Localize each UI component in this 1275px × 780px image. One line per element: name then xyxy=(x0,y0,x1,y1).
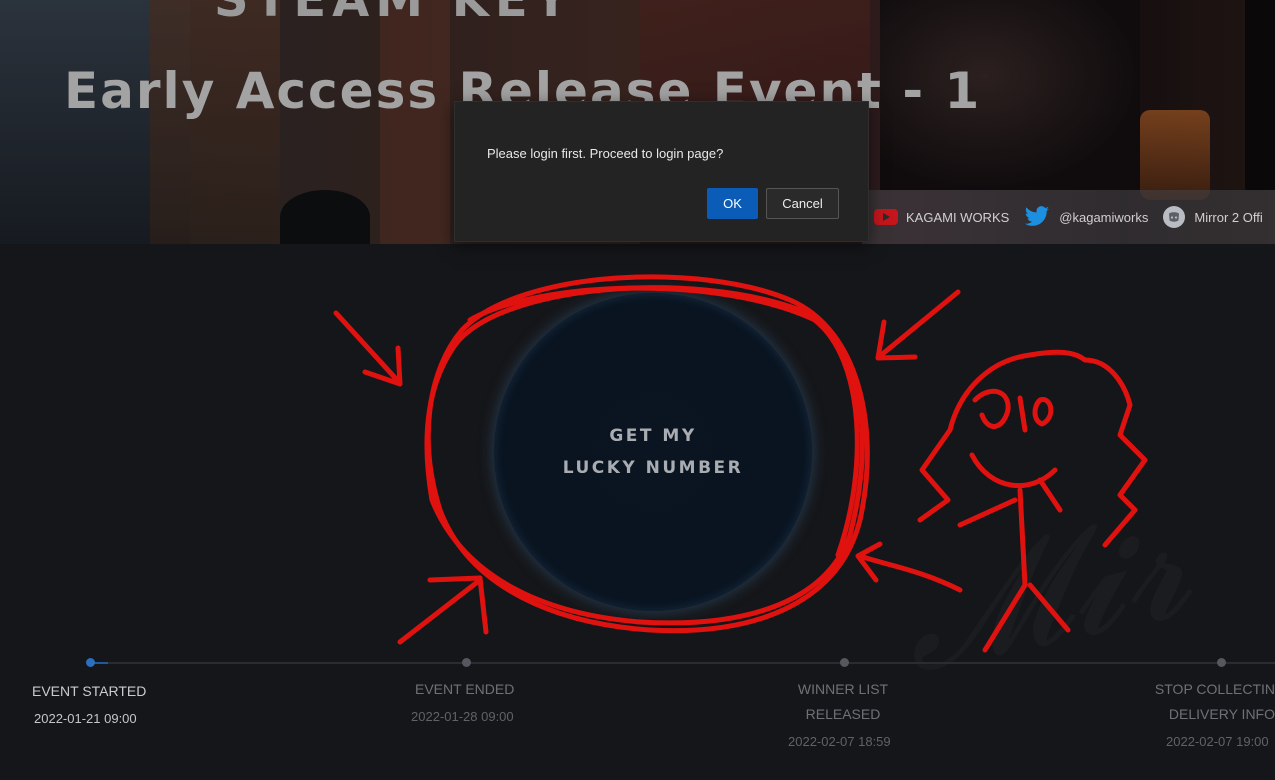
timeline-date: 2022-02-07 19:00 xyxy=(1166,734,1269,749)
timeline-label: WINNER LIST RELEASED xyxy=(797,681,889,722)
timeline-dot xyxy=(1217,658,1226,667)
discord-link-label: Mirror 2 Offi xyxy=(1194,209,1263,225)
discord-link[interactable]: Mirror 2 Offi xyxy=(1162,205,1263,229)
twitter-link-label: @kagamiworks xyxy=(1059,209,1149,225)
youtube-link[interactable]: KAGAMI WORKS xyxy=(874,208,1009,226)
timeline-label: EVENT STARTED xyxy=(32,683,147,699)
lucky-button-line1: GET MY xyxy=(609,426,697,446)
ok-button[interactable]: OK xyxy=(707,188,758,219)
dialog-message: Please login first. Proceed to login pag… xyxy=(487,146,724,161)
timeline-date: 2022-01-28 09:00 xyxy=(411,709,514,724)
timeline-label: STOP COLLECTIN DELIVERY INFO xyxy=(1154,681,1275,722)
get-lucky-number-button[interactable]: GET MY LUCKY NUMBER xyxy=(494,293,812,611)
timeline-label: EVENT ENDED xyxy=(415,681,515,697)
watermark-logo: 𝓜𝓲𝓻 xyxy=(884,475,1205,707)
cancel-button[interactable]: Cancel xyxy=(766,188,839,219)
lucky-button-line2: LUCKY NUMBER xyxy=(562,458,744,478)
youtube-link-label: KAGAMI WORKS xyxy=(906,209,1010,225)
confirm-dialog: Please login first. Proceed to login pag… xyxy=(454,101,869,242)
timeline-track xyxy=(90,662,1275,664)
timeline-dot xyxy=(840,658,849,667)
timeline-dot xyxy=(462,658,471,667)
social-links: KAGAMI WORKS @kagamiworks Mirror 2 Offi xyxy=(862,190,1275,244)
banner-title-top: STEAM KEY xyxy=(214,0,575,28)
youtube-icon xyxy=(874,209,898,225)
twitter-icon xyxy=(1025,206,1050,226)
timeline-dot xyxy=(86,658,95,667)
timeline-date: 2022-01-21 09:00 xyxy=(34,711,137,726)
discord-icon xyxy=(1163,206,1186,228)
timeline-date: 2022-02-07 18:59 xyxy=(788,734,891,749)
twitter-link[interactable]: @kagamiworks xyxy=(1023,206,1148,228)
